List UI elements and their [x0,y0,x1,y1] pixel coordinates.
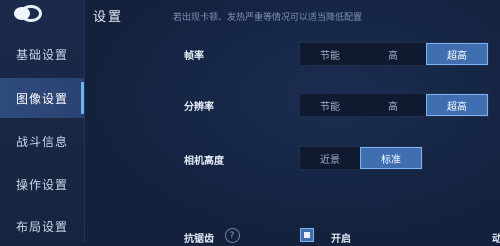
question-icon[interactable]: ? [221,224,244,246]
antialiasing-on-label: 开启 [331,234,351,245]
sidebar-item-layout[interactable]: 布局设置 [0,206,84,246]
resolution-option-high[interactable]: 高 [360,94,426,116]
sidebar-item-graphics[interactable]: 图像设置 [0,78,84,118]
resolution-selector: 节能 高 超高 [299,93,489,117]
frame-rate-label: 帧率 [184,51,204,62]
frame-rate-selector: 节能 高 超高 [299,42,489,66]
antialiasing-checkbox[interactable] [300,228,314,242]
settings-panel: 设置 若出现卡顿、发热严重等情况可以适当降低配置 帧率 节能 高 超高 分辨率 … [85,0,500,246]
frame-rate-option-high[interactable]: 高 [360,43,426,65]
resolution-option-eco[interactable]: 节能 [300,94,360,116]
antialiasing-label: 抗锯齿 [184,234,214,245]
back-icon[interactable] [12,2,46,28]
camera-height-label: 相机高度 [184,156,224,167]
sidebar-item-combat-info[interactable]: 战斗信息 [0,121,84,161]
camera-height-selector: 近景 标准 [299,146,423,170]
performance-hint: 若出现卡顿、发热严重等情况可以适当降低配置 [173,13,363,23]
frame-rate-option-eco[interactable]: 节能 [300,43,360,65]
frame-rate-option-ultra[interactable]: 超高 [426,43,488,65]
camera-height-option-near[interactable]: 近景 [300,147,360,169]
page-title: 设置 [93,10,124,25]
sidebar-item-controls[interactable]: 操作设置 [0,164,84,204]
resolution-option-ultra[interactable]: 超高 [426,94,488,116]
resolution-label: 分辨率 [184,102,214,113]
sidebar-item-basic[interactable]: 基础设置 [0,34,84,74]
sidebar: 基础设置 图像设置 战斗信息 操作设置 布局设置 [0,0,85,242]
camera-height-option-standard[interactable]: 标准 [360,147,422,169]
next-setting-label: 动 [492,234,500,245]
